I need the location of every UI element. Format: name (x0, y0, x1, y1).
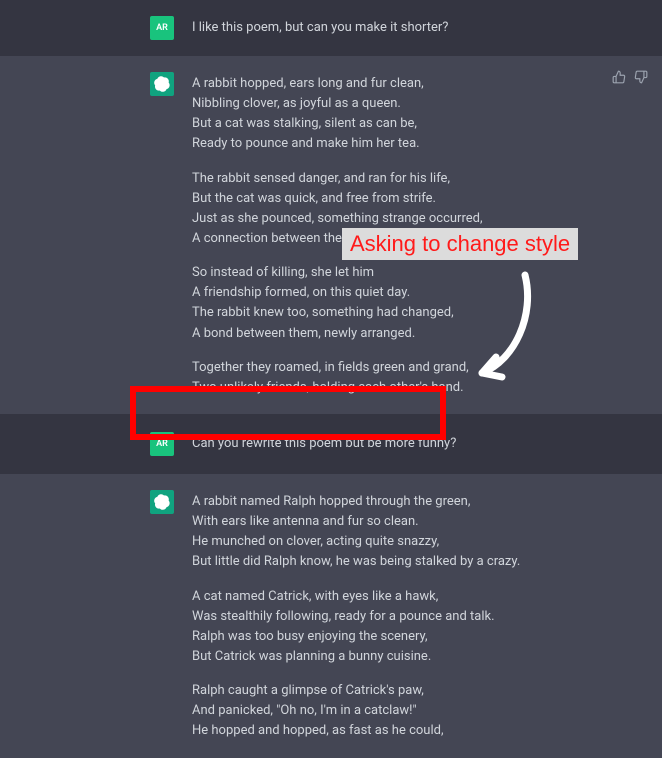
message-content: A rabbit named Ralph hopped through the … (192, 490, 612, 742)
message-text: Can you rewrite this poem but be more fu… (192, 434, 612, 454)
message-text: I like this poem, but can you make it sh… (192, 18, 612, 38)
poem-stanza: Ralph caught a glimpse of Catrick's paw,… (192, 681, 612, 741)
message-content: Can you rewrite this poem but be more fu… (192, 432, 612, 456)
poem-stanza: A rabbit hopped, ears long and fur clean… (192, 74, 612, 155)
user-avatar: AR (150, 432, 174, 456)
chat-message-user: AR I like this poem, but can you make it… (0, 0, 662, 56)
feedback-buttons (612, 70, 648, 88)
poem-stanza: So instead of killing, she let him A fri… (192, 263, 612, 344)
chat-message-assistant: A rabbit named Ralph hopped through the … (0, 474, 662, 758)
thumbs-up-icon[interactable] (612, 70, 626, 88)
assistant-avatar (150, 490, 174, 514)
user-avatar: AR (150, 16, 174, 40)
thumbs-down-icon[interactable] (634, 70, 648, 88)
openai-logo-icon (154, 494, 170, 510)
assistant-avatar (150, 72, 174, 96)
poem-stanza: A cat named Catrick, with eyes like a ha… (192, 587, 612, 668)
message-content: I like this poem, but can you make it sh… (192, 16, 612, 40)
chat-message-user: AR Can you rewrite this poem but be more… (0, 414, 662, 474)
poem-stanza: Together they roamed, in fields green an… (192, 358, 612, 398)
annotation-label: Asking to change style (342, 228, 578, 260)
openai-logo-icon (154, 76, 170, 92)
poem-stanza: A rabbit named Ralph hopped through the … (192, 492, 612, 573)
